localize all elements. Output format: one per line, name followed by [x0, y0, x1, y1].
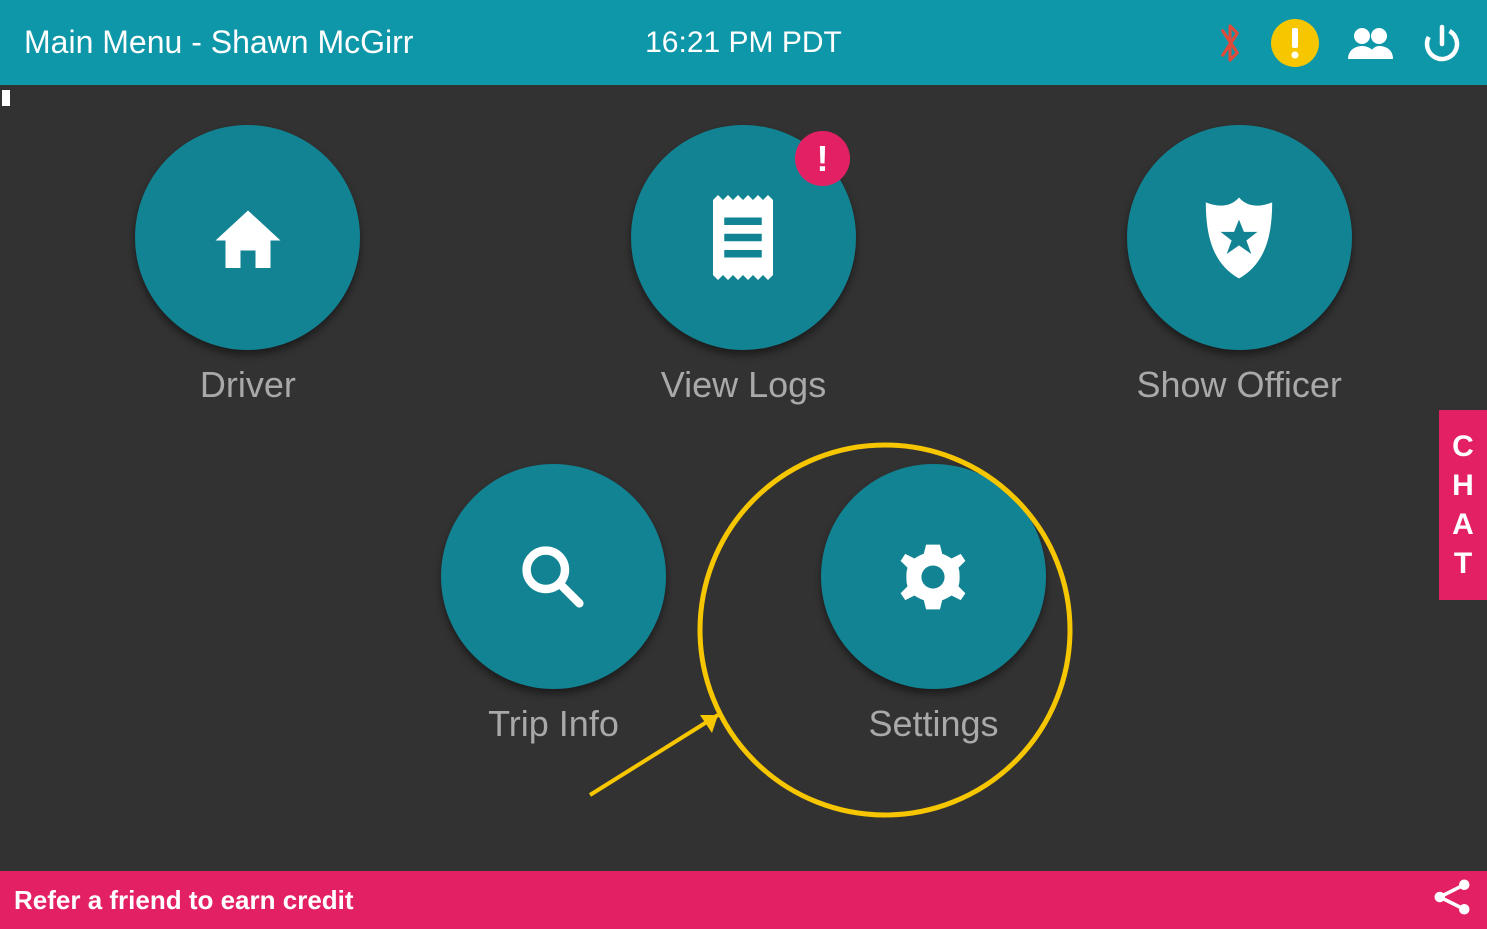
menu-row-2: Trip Info Settings — [441, 464, 1046, 745]
chat-letter: A — [1452, 505, 1474, 544]
show-officer-button[interactable] — [1127, 125, 1352, 350]
menu-item-view-logs: ! View Logs — [631, 125, 856, 406]
chat-tab[interactable]: C H A T — [1439, 410, 1487, 600]
chat-letter: C — [1452, 427, 1474, 466]
badge-icon — [1200, 195, 1278, 281]
footer-bar[interactable]: Refer a friend to earn credit — [0, 871, 1487, 929]
menu-label-view-logs: View Logs — [661, 364, 826, 406]
chat-letter: H — [1452, 466, 1474, 505]
share-icon[interactable] — [1431, 876, 1473, 925]
view-logs-button[interactable]: ! — [631, 125, 856, 350]
menu-item-settings: Settings — [821, 464, 1046, 745]
bluetooth-icon[interactable] — [1215, 21, 1245, 65]
trip-info-button[interactable] — [441, 464, 666, 689]
page-title: Main Menu - Shawn McGirr — [24, 24, 413, 61]
menu-label-settings: Settings — [868, 703, 998, 745]
power-icon[interactable] — [1421, 22, 1463, 64]
menu-grid: Driver ! View Logs Show Offi — [0, 125, 1487, 871]
alert-icon[interactable] — [1271, 19, 1319, 67]
chat-letter: T — [1454, 544, 1472, 583]
menu-label-driver: Driver — [200, 364, 296, 406]
search-icon — [517, 541, 589, 613]
settings-button[interactable] — [821, 464, 1046, 689]
menu-item-driver: Driver — [135, 125, 360, 406]
top-bar: Main Menu - Shawn McGirr 16:21 PM PDT — [0, 0, 1487, 85]
receipt-icon — [708, 195, 778, 280]
menu-label-trip-info: Trip Info — [488, 703, 619, 745]
footer-text: Refer a friend to earn credit — [14, 885, 354, 916]
gear-icon — [896, 540, 970, 614]
topbar-right — [1215, 19, 1463, 67]
menu-label-show-officer: Show Officer — [1136, 364, 1341, 406]
menu-item-trip-info: Trip Info — [441, 464, 666, 745]
driver-button[interactable] — [135, 125, 360, 350]
menu-item-show-officer: Show Officer — [1127, 125, 1352, 406]
people-icon[interactable] — [1345, 25, 1395, 61]
main-area: Driver ! View Logs Show Offi — [0, 85, 1487, 871]
home-icon — [208, 198, 288, 278]
clock: 16:21 PM PDT — [645, 26, 842, 60]
alert-badge: ! — [795, 131, 850, 186]
